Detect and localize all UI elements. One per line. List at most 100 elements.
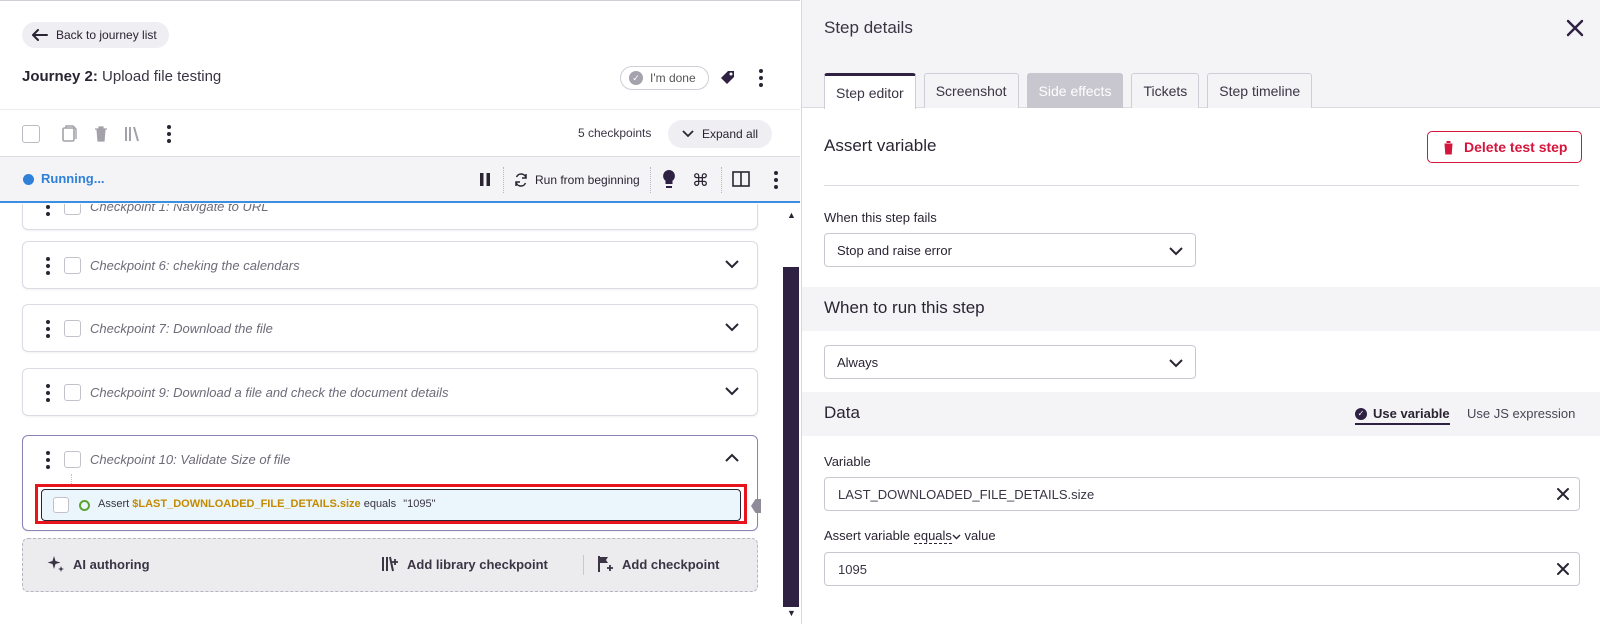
im-done-button[interactable]: ✓ I'm done [620, 66, 709, 90]
clear-icon[interactable] [1555, 486, 1571, 502]
delete-test-step-button[interactable]: Delete test step [1427, 131, 1583, 163]
run-condition-select[interactable]: Always [824, 345, 1196, 379]
clear-icon[interactable] [1555, 561, 1571, 577]
tab-step-timeline[interactable]: Step timeline [1207, 73, 1313, 108]
journey-more-menu-icon[interactable] [756, 69, 766, 87]
back-to-journey-list-button[interactable]: Back to journey list [22, 22, 169, 48]
separator [583, 555, 584, 575]
checkpoint-menu-icon[interactable] [43, 257, 53, 275]
use-variable-toggle[interactable]: ✓ Use variable [1355, 406, 1450, 425]
step-value: "1095" [403, 498, 436, 510]
checkpoint-card[interactable]: Checkpoint 9: Download a file and check … [22, 368, 758, 416]
chevron-down-icon [1169, 247, 1183, 256]
checkpoint-label: Checkpoint 6: cheking the calendars [90, 258, 300, 273]
use-variable-label: Use variable [1373, 406, 1450, 421]
trash-icon[interactable] [92, 124, 110, 144]
step-details-title: Step details [824, 18, 913, 37]
assert-operator-dropdown[interactable]: equals [913, 528, 952, 544]
assert-suffix: value [964, 528, 996, 543]
scrollbar[interactable]: ▲ ▼ [782, 204, 800, 624]
data-section: Data ✓ Use variable Use JS expression [802, 392, 1600, 436]
checkpoint-card[interactable]: Checkpoint 1: Navigate to URL [22, 204, 758, 230]
run-from-beginning-button[interactable]: Run from beginning [514, 169, 640, 191]
separator [650, 167, 651, 193]
tab-tickets[interactable]: Tickets [1131, 73, 1200, 108]
checkpoint-count: 5 checkpoints [578, 126, 652, 140]
checkpoint-menu-icon[interactable] [43, 320, 53, 338]
tag-icon[interactable] [719, 69, 737, 87]
select-all-checkbox[interactable] [22, 125, 40, 143]
ai-authoring-button[interactable]: AI authoring [47, 555, 150, 573]
checkpoint-card-expanded[interactable]: Checkpoint 10: Validate Size of file Ass… [22, 435, 758, 531]
variable-input[interactable]: LAST_DOWNLOADED_FILE_DETAILS.size [824, 477, 1580, 511]
checkpoint-checkbox[interactable] [64, 451, 81, 468]
test-step-row[interactable]: Assert $LAST_DOWNLOADED_FILE_DETAILS.siz… [41, 489, 741, 521]
copy-icon[interactable] [60, 124, 78, 144]
chevron-down-icon[interactable] [725, 259, 739, 269]
add-checkpoint-button[interactable]: Add checkpoint [596, 555, 720, 573]
add-library-label: Add library checkpoint [407, 556, 548, 572]
variable-value: LAST_DOWNLOADED_FILE_DETAILS.size [838, 487, 1095, 502]
run-more-menu-icon[interactable] [771, 169, 781, 191]
chevron-down-icon[interactable] [725, 386, 739, 396]
scroll-down-icon[interactable]: ▼ [787, 608, 796, 618]
journey-title: Journey 2: Upload file testing [22, 68, 221, 85]
step-details-pane: Step details Step editor Screenshot Side… [801, 0, 1600, 624]
checkpoint-card[interactable]: Checkpoint 7: Download the file [22, 304, 758, 352]
data-title: Data [824, 403, 860, 422]
lightbulb-icon[interactable] [661, 169, 677, 191]
step-checkbox[interactable] [53, 497, 69, 513]
split-panel-icon[interactable] [732, 171, 750, 187]
scrollbar-thumb[interactable] [783, 267, 799, 607]
checkpoint-menu-icon[interactable] [43, 451, 53, 469]
when-to-run-section: When to run this step [802, 287, 1600, 331]
when-to-run-title: When to run this step [824, 298, 985, 317]
sparkle-icon [47, 556, 64, 572]
library-icon[interactable] [124, 124, 142, 144]
checkpoint-checkbox[interactable] [64, 204, 81, 215]
assert-prefix: Assert variable [824, 528, 910, 543]
checkpoint-checkbox[interactable] [64, 384, 81, 401]
assert-value-input[interactable]: 1095 [824, 552, 1580, 586]
arrow-left-icon [32, 29, 48, 41]
chevron-down-icon[interactable] [725, 322, 739, 332]
pause-icon[interactable] [479, 172, 491, 187]
close-icon[interactable] [1565, 18, 1585, 38]
use-js-expression-toggle[interactable]: Use JS expression [1467, 406, 1575, 421]
checkpoint-menu-icon[interactable] [43, 384, 53, 402]
checkpoint-label: Checkpoint 7: Download the file [90, 321, 273, 336]
journey-name: Upload file testing [102, 68, 222, 85]
ai-authoring-label: AI authoring [73, 556, 150, 572]
trash-icon [1443, 140, 1454, 154]
checkpoint-toolbar: 5 checkpoints Expand all [0, 109, 800, 157]
step-action: Assert [98, 498, 130, 510]
command-icon[interactable]: ⌘ [692, 171, 709, 191]
tab-step-editor[interactable]: Step editor [824, 73, 916, 109]
checkpoint-label: Checkpoint 10: Validate Size of file [90, 452, 291, 467]
checkpoint-checkbox[interactable] [64, 320, 81, 337]
chevron-up-icon[interactable] [725, 453, 739, 463]
divider [824, 185, 1579, 186]
toolbar-more-menu-icon[interactable] [164, 123, 174, 145]
checkpoint-checkbox[interactable] [64, 257, 81, 274]
assert-value: 1095 [838, 562, 867, 577]
check-circle-icon: ✓ [629, 71, 643, 85]
fail-behavior-select[interactable]: Stop and raise error [824, 233, 1196, 267]
step-variable: $LAST_DOWNLOADED_FILE_DETAILS.size [132, 498, 361, 510]
step-operator: equals [363, 498, 397, 510]
scroll-up-icon[interactable]: ▲ [787, 210, 796, 220]
step-details-header: Step details Step editor Screenshot Side… [802, 0, 1600, 109]
tab-side-effects[interactable]: Side effects [1026, 73, 1124, 108]
expand-all-button[interactable]: Expand all [668, 120, 773, 148]
run-status-bar: Running... Run from beginning ⌘ [0, 157, 800, 203]
chevron-down-icon[interactable] [952, 534, 961, 540]
checkpoint-card[interactable]: Checkpoint 6: cheking the calendars [22, 241, 758, 289]
delete-label: Delete test step [1464, 139, 1568, 155]
checkpoint-label: Checkpoint 9: Download a file and check … [90, 385, 449, 400]
add-library-checkpoint-button[interactable]: Add library checkpoint [381, 555, 548, 573]
expand-label: Expand all [702, 127, 759, 141]
fail-behavior-value: Stop and raise error [837, 243, 952, 258]
flag-add-icon [598, 556, 613, 572]
tab-screenshot[interactable]: Screenshot [923, 73, 1019, 108]
checkpoint-menu-icon[interactable] [43, 204, 53, 216]
